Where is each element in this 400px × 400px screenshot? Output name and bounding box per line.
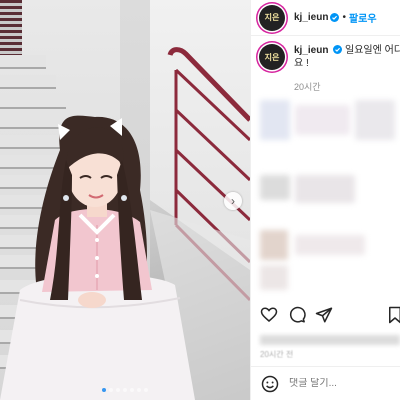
heart-icon[interactable] bbox=[260, 306, 278, 324]
post-timestamp: 20시간 전 bbox=[260, 350, 294, 359]
post-container: › 지은 kj_ieun • 팔로우 지은 kj_ieun 일요일엔 어 요 !… bbox=[0, 0, 400, 400]
verified-badge-icon bbox=[333, 45, 343, 54]
caption-text-line1: 일요일엔 어디가 bbox=[345, 45, 400, 56]
caption: 지은 kj_ieun 일요일엔 어디가 요 ! bbox=[259, 44, 400, 70]
chevron-right-icon: › bbox=[231, 194, 235, 208]
likes-count-blurred bbox=[260, 335, 400, 345]
caption-text-line2: 요 ! bbox=[294, 58, 309, 69]
avatar[interactable]: 지은 bbox=[259, 4, 285, 31]
comment-icon[interactable] bbox=[288, 306, 306, 324]
next-slide-button[interactable]: › bbox=[224, 192, 242, 210]
header-username[interactable]: kj_ieun bbox=[294, 12, 328, 23]
caption-avatar[interactable]: 지은 bbox=[259, 44, 285, 70]
comment-input[interactable] bbox=[289, 378, 389, 389]
caption-avatar-text: 지은 bbox=[264, 52, 280, 62]
emoji-icon[interactable] bbox=[261, 375, 279, 393]
post-header: 지은 kj_ieun • 팔로우 bbox=[251, 0, 400, 36]
separator-dot: • bbox=[342, 12, 346, 23]
verified-badge-icon bbox=[330, 13, 340, 22]
comment-bar bbox=[251, 366, 400, 400]
action-bar bbox=[258, 306, 400, 328]
slide-dot bbox=[109, 388, 113, 392]
caption-text-block: kj_ieun 일요일엔 어디가 요 ! bbox=[294, 44, 400, 70]
avatar-text: 지은 bbox=[264, 13, 280, 22]
post-media[interactable]: › bbox=[0, 0, 250, 400]
caption-timestamp[interactable]: 20시간 bbox=[294, 80, 321, 93]
slide-dot bbox=[123, 388, 127, 392]
slide-dot bbox=[144, 388, 148, 392]
share-icon[interactable] bbox=[315, 306, 333, 324]
slide-dot bbox=[137, 388, 141, 392]
slide-indicator bbox=[0, 388, 250, 392]
blurred-comments bbox=[255, 95, 400, 295]
bookmark-icon[interactable] bbox=[386, 306, 400, 324]
person-photo bbox=[0, 115, 195, 400]
caption-username[interactable]: kj_ieun bbox=[294, 45, 328, 56]
slide-dot bbox=[116, 388, 120, 392]
slide-dot bbox=[130, 388, 134, 392]
follow-button[interactable]: 팔로우 bbox=[349, 10, 377, 25]
slide-dot bbox=[102, 388, 106, 392]
